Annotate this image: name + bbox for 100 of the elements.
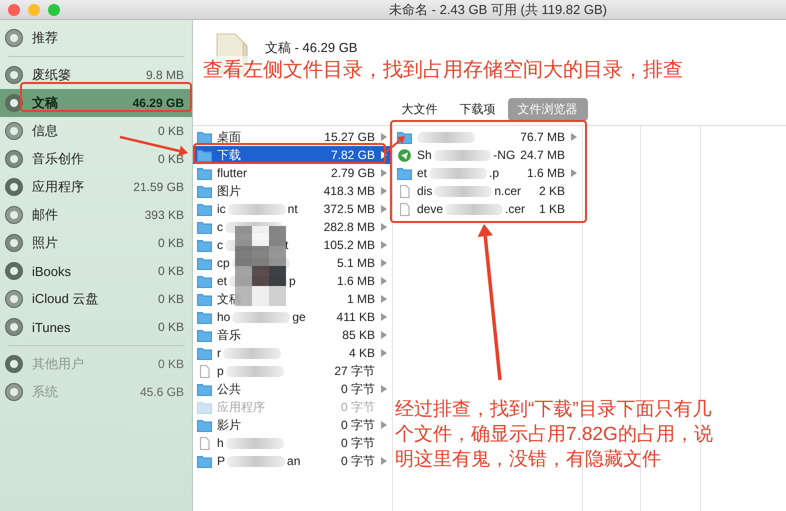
folder-icon: [197, 274, 212, 288]
blur-patch: [445, 204, 504, 214]
sidebar-item[interactable]: 废纸篓 9.8 MB: [0, 61, 192, 89]
tab[interactable]: 下载项: [450, 98, 506, 121]
sidebar-item[interactable]: 邮件 393 KB: [0, 201, 192, 229]
file-size: 5.1 MB: [336, 256, 375, 270]
file-name: Sh: [417, 148, 432, 162]
disclosure-arrow-icon: [380, 385, 388, 393]
disclosure-arrow-icon: [380, 133, 388, 141]
file-row[interactable]: deve .cer 1 KB: [393, 200, 582, 218]
category-icon: [4, 93, 24, 113]
file-name: t: [285, 238, 288, 252]
disclosure-arrow-icon: [570, 169, 578, 177]
blur-patch: [227, 456, 286, 466]
category-icon: [4, 289, 24, 309]
file-size: 105.2 MB: [324, 238, 375, 252]
file-row[interactable]: ic nt 372.5 MB: [193, 200, 392, 218]
folder-icon: [197, 238, 212, 252]
sidebar-item[interactable]: 音乐创作 0 KB: [0, 145, 192, 173]
file-size: 7.82 GB: [330, 148, 375, 162]
file-name: .cer: [505, 202, 526, 216]
category-icon: [4, 121, 24, 141]
file-name: 音乐: [217, 326, 241, 344]
folder-icon: [397, 166, 412, 180]
blur-patch: [228, 204, 286, 214]
folder-icon: [197, 310, 212, 324]
file-name: 公共: [217, 380, 241, 398]
disclosure-arrow-icon: [380, 313, 388, 321]
category-icon: [4, 177, 24, 197]
sidebar-item[interactable]: 推荐: [0, 24, 192, 52]
category-icon: [4, 149, 24, 169]
disclosure-arrow-icon: [380, 187, 388, 195]
file-name: P: [217, 454, 226, 468]
file-size: 1 MB: [346, 292, 375, 306]
file-name: ic: [217, 202, 226, 216]
file-name: h: [217, 436, 224, 450]
folder-icon: [197, 328, 212, 342]
file-size: 0 字节: [340, 452, 375, 470]
document-icon: [397, 202, 412, 216]
file-size: 4 KB: [348, 346, 375, 360]
file-row[interactable]: 图片 418.3 MB: [193, 182, 392, 200]
blur-patch: [232, 312, 290, 322]
sidebar-item[interactable]: iTunes 0 KB: [0, 313, 192, 341]
file-row[interactable]: dis n.cer 2 KB: [393, 182, 582, 200]
category-icon: [4, 261, 24, 281]
folder-icon: [197, 400, 212, 414]
blur-patch: [226, 366, 284, 376]
sidebar-item[interactable]: 照片 0 KB: [0, 229, 192, 257]
tab[interactable]: 大文件: [392, 98, 448, 121]
sidebar-item[interactable]: 信息 0 KB: [0, 117, 192, 145]
file-row[interactable]: 影片 0 字节: [193, 416, 392, 434]
file-name: dis: [417, 184, 432, 198]
minimize-button[interactable]: [28, 4, 40, 16]
disclosure-arrow-icon: [570, 133, 578, 141]
file-row[interactable]: flutter 2.79 GB: [193, 164, 392, 182]
file-row[interactable]: p 27 字节: [193, 362, 392, 380]
file-name: ho: [217, 310, 230, 324]
file-row[interactable]: 文稿 1 MB: [193, 290, 392, 308]
file-size: 0 字节: [340, 416, 375, 434]
file-row[interactable]: ho ge 411 KB: [193, 308, 392, 326]
file-name: 影片: [217, 416, 241, 434]
sidebar-item[interactable]: 应用程序 21.59 GB: [0, 173, 192, 201]
file-row[interactable]: h 0 字节: [193, 434, 392, 452]
file-name: c: [217, 220, 223, 234]
file-name: ge: [292, 310, 306, 324]
file-size: 0 字节: [340, 380, 375, 398]
close-button[interactable]: [8, 4, 20, 16]
zoom-button[interactable]: [48, 4, 60, 16]
folder-icon: [197, 220, 212, 234]
disclosure-arrow-icon: [380, 205, 388, 213]
file-name: n.cer: [494, 184, 522, 198]
disclosure-arrow-icon: [380, 241, 388, 249]
file-row[interactable]: 桌面 15.27 GB: [193, 128, 392, 146]
folder-icon: [197, 346, 212, 360]
file-size: 24.7 MB: [520, 148, 565, 162]
sidebar-item[interactable]: iCloud 云盘 0 KB: [0, 285, 192, 313]
folder-icon: [197, 202, 212, 216]
category-icon: [4, 65, 24, 85]
file-row[interactable]: 音乐 85 KB: [193, 326, 392, 344]
file-row[interactable]: 76.7 MB: [393, 128, 582, 146]
file-row[interactable]: r 4 KB: [193, 344, 392, 362]
file-name: 桌面: [217, 128, 241, 146]
blur-patch: [434, 150, 492, 160]
file-name: 应用程序: [217, 398, 265, 416]
category-icon: [4, 382, 24, 402]
file-row[interactable]: et .p 1.6 MB: [393, 164, 582, 182]
sidebar-item[interactable]: iBooks 0 KB: [0, 257, 192, 285]
file-name: 文稿: [217, 290, 241, 308]
file-row[interactable]: Sh -NG 24.7 MB: [393, 146, 582, 164]
sidebar-item[interactable]: 文稿 46.29 GB: [0, 89, 192, 117]
file-name: p: [217, 364, 224, 378]
file-row[interactable]: P an 0 字节: [193, 452, 392, 470]
disclosure-arrow-icon: [380, 169, 388, 177]
category-icon: [4, 233, 24, 253]
file-size: 2.79 GB: [330, 166, 375, 180]
file-size: 282.8 MB: [324, 220, 375, 234]
blur-patch: [223, 348, 281, 358]
blur-patch: [417, 132, 475, 142]
category-icon: [4, 205, 24, 225]
file-row[interactable]: 公共 0 字节: [193, 380, 392, 398]
